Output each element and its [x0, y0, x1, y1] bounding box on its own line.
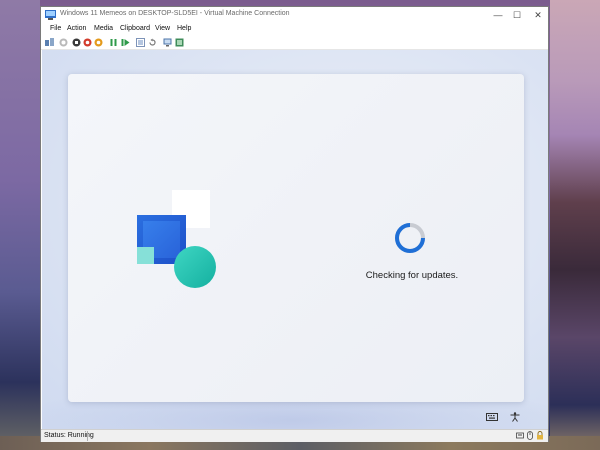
minimize-button[interactable]: —: [488, 9, 508, 22]
mouse-status-icon: [527, 431, 533, 440]
windows-setup-illustration: [137, 190, 219, 290]
menu-help[interactable]: Help: [177, 25, 191, 32]
enhanced-session-icon[interactable]: [163, 38, 172, 47]
checkpoint-icon[interactable]: [136, 38, 145, 47]
keyboard-status-icon: [516, 432, 524, 439]
pause-icon[interactable]: [109, 38, 118, 47]
status-separator: [87, 431, 88, 441]
lock-status-icon: [537, 431, 543, 440]
revert-icon[interactable]: [148, 38, 157, 47]
maximize-button[interactable]: ☐: [507, 9, 527, 22]
update-status-text: Checking for updates.: [365, 270, 459, 281]
resume-icon[interactable]: [121, 38, 130, 47]
setup-card: Checking for updates.: [68, 74, 524, 402]
vm-connection-window: Windows 11 Memeos on DESKTOP-SLD5EI - Vi…: [40, 6, 549, 442]
loading-spinner-icon: [395, 223, 425, 253]
share-icon[interactable]: [175, 38, 184, 47]
illustration-teal-square: [137, 247, 154, 264]
close-button[interactable]: ✕: [528, 9, 548, 22]
vm-display[interactable]: Checking for updates.: [42, 50, 548, 430]
menu-bar: File Action Media Clipboard View Help: [41, 24, 548, 37]
desktop-wallpaper-right: [550, 0, 600, 450]
toolbar: [41, 37, 548, 50]
illustration-teal-circle: [174, 246, 216, 288]
shut-down-icon[interactable]: [83, 38, 92, 47]
ctrl-alt-del-icon[interactable]: [45, 38, 54, 47]
menu-file[interactable]: File: [50, 25, 61, 32]
turn-off-icon[interactable]: [72, 38, 81, 47]
menu-media[interactable]: Media: [94, 25, 113, 32]
start-icon[interactable]: [59, 38, 68, 47]
accessibility-icon[interactable]: [509, 412, 521, 422]
menu-view[interactable]: View: [155, 25, 170, 32]
status-bar: Status: Running: [41, 429, 548, 442]
keyboard-icon[interactable]: [486, 412, 498, 422]
menu-action[interactable]: Action: [67, 25, 86, 32]
save-icon[interactable]: [94, 38, 103, 47]
title-bar[interactable]: Windows 11 Memeos on DESKTOP-SLD5EI - Vi…: [41, 7, 548, 24]
desktop-wallpaper-left: [0, 0, 40, 450]
window-title: Windows 11 Memeos on DESKTOP-SLD5EI - Vi…: [60, 10, 290, 17]
menu-clipboard[interactable]: Clipboard: [120, 25, 150, 32]
vm-connection-icon: [45, 10, 56, 20]
